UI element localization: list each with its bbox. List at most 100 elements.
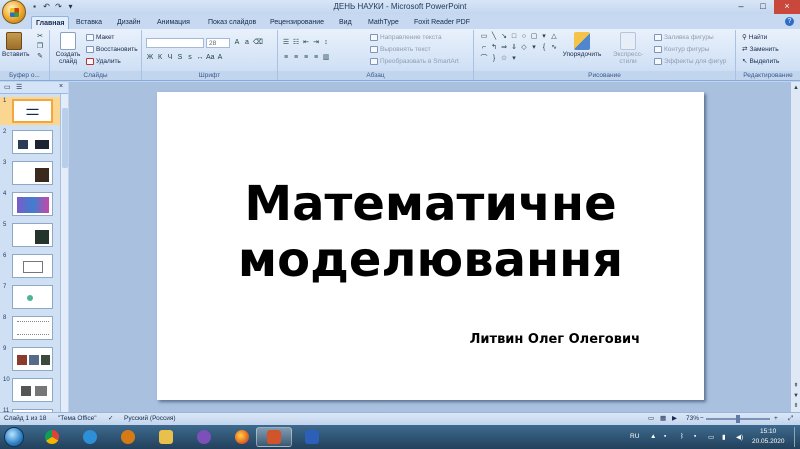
shape-triangle-icon[interactable]: △ xyxy=(550,33,558,41)
slide-thumbnail-8[interactable]: 8 xyxy=(0,314,60,342)
align-text-button[interactable]: Выровнять текст xyxy=(370,45,431,54)
copy-icon[interactable]: ❐ xyxy=(36,43,44,51)
volume-icon[interactable]: ◀) xyxy=(736,433,743,441)
slide-thumbnail-5[interactable]: 5 xyxy=(0,221,60,249)
slide-thumbnail-7[interactable]: 7 xyxy=(0,283,60,311)
reset-button[interactable]: Восстановить xyxy=(86,45,138,54)
align-left-icon[interactable]: ≡ xyxy=(282,54,290,62)
clock-date[interactable]: 20.05.2020 xyxy=(752,438,785,445)
language-indicator[interactable]: Русский (Россия) xyxy=(124,413,176,425)
help-icon[interactable]: ? xyxy=(785,17,794,26)
tray-misc-icon[interactable]: ▪ xyxy=(694,433,696,440)
slide-thumbnail-1[interactable]: 1 ▬▬▬ ▬▬▬ xyxy=(0,97,60,125)
slide-thumbnail-6[interactable]: 6 xyxy=(0,252,60,280)
shadow-icon[interactable]: s xyxy=(186,54,194,62)
slide-subtitle[interactable]: Литвин Олег Олегович xyxy=(470,332,640,347)
scroll-down-icon[interactable]: ▼ xyxy=(792,392,800,400)
zoom-slider-knob[interactable] xyxy=(736,415,740,423)
shape-curve2-icon[interactable]: ⌒ xyxy=(480,55,488,63)
prev-slide-icon[interactable]: ⇞ xyxy=(792,382,800,390)
tab-foxit[interactable]: Foxit Reader PDF xyxy=(414,16,470,29)
editor-scrollbar[interactable]: ▲ ⇞ ▼ ⇟ xyxy=(790,82,800,412)
clear-format-icon[interactable]: ⌫ xyxy=(253,39,263,47)
spacing-icon[interactable]: ↔ xyxy=(196,54,204,62)
slide-thumbnail-2[interactable]: 2 xyxy=(0,128,60,156)
cut-icon[interactable]: ✂ xyxy=(36,33,44,41)
tab-mathtype[interactable]: MathType xyxy=(368,16,399,29)
shape-star-icon[interactable]: ☆ xyxy=(500,55,508,63)
taskbar-chrome[interactable] xyxy=(34,427,70,447)
office-button[interactable] xyxy=(2,0,26,24)
case-icon[interactable]: Aa xyxy=(206,54,215,62)
shape-curve-icon[interactable]: ∿ xyxy=(550,44,558,52)
underline-icon[interactable]: Ч xyxy=(166,54,174,62)
slide-title[interactable]: Математичне моделювання xyxy=(157,176,704,288)
justify-icon[interactable]: ≡ xyxy=(312,54,320,62)
shrink-font-icon[interactable]: a xyxy=(243,39,251,47)
quick-styles-button[interactable]: Экспресс-стили xyxy=(606,32,650,65)
slide-thumbnail-3[interactable]: 3 xyxy=(0,159,60,187)
grow-font-icon[interactable]: A xyxy=(233,39,241,47)
shape-more2-icon[interactable]: ▾ xyxy=(530,44,538,52)
tab-home[interactable]: Главная xyxy=(31,16,70,29)
tab-slideshow[interactable]: Показ слайдов xyxy=(208,16,256,29)
shapes-gallery[interactable]: ▭ ╲ ↘ □ ○ ▢ ▾ △ ⌐ ↰ ⇒ ⇓ ◇ ▾ {∿ ⌒} ☆ ▾ xyxy=(480,33,558,63)
taskbar-word[interactable] xyxy=(294,427,330,447)
font-name-combo[interactable] xyxy=(146,38,204,48)
slide-thumbnail-4[interactable]: 4 xyxy=(0,190,60,218)
shape-box-icon[interactable]: □ xyxy=(510,33,518,41)
spellcheck-icon[interactable]: ✓ xyxy=(108,413,113,425)
taskbar-media[interactable] xyxy=(110,427,146,447)
start-button[interactable] xyxy=(4,427,24,447)
font-size-combo[interactable]: 28 xyxy=(206,38,230,48)
panel-scrollbar[interactable] xyxy=(60,94,68,412)
tray-expand-icon[interactable]: ▲ xyxy=(650,433,656,440)
shape-outline-button[interactable]: Контур фигуры xyxy=(654,45,709,54)
taskbar-powerpoint[interactable] xyxy=(256,427,292,447)
close-button[interactable]: × xyxy=(774,0,800,14)
shape-rarrow-icon[interactable]: ⇒ xyxy=(500,44,508,52)
shape-rect-icon[interactable]: ▭ xyxy=(480,33,488,41)
close-panel-icon[interactable]: × xyxy=(59,83,63,90)
fit-window-icon[interactable]: ⤢ xyxy=(788,413,793,425)
line-spacing-icon[interactable]: ↕ xyxy=(322,39,330,47)
tab-view[interactable]: Вид xyxy=(339,16,352,29)
tab-review[interactable]: Рецензирование xyxy=(270,16,324,29)
tab-animation[interactable]: Анимация xyxy=(157,16,190,29)
shape-flow-icon[interactable]: ◇ xyxy=(520,44,528,52)
shape-connector-icon[interactable]: ⌐ xyxy=(480,44,488,52)
slide-thumbnail-9[interactable]: 9 xyxy=(0,345,60,373)
maximize-button[interactable]: □ xyxy=(752,0,774,14)
find-button[interactable]: ⚲ Найти xyxy=(742,33,767,42)
tab-insert[interactable]: Вставка xyxy=(76,16,102,29)
shape-brace2-icon[interactable]: } xyxy=(490,55,498,63)
numbering-icon[interactable]: ☷ xyxy=(292,39,300,47)
paste-button[interactable]: Вставить xyxy=(2,32,30,58)
shape-more3-icon[interactable]: ▾ xyxy=(510,55,518,63)
decrease-indent-icon[interactable]: ⇤ xyxy=(302,39,310,47)
shape-brace-icon[interactable]: { xyxy=(540,44,548,52)
columns-icon[interactable]: ▥ xyxy=(322,54,330,62)
new-slide-button[interactable]: Создать слайд xyxy=(53,32,83,65)
shape-line-icon[interactable]: ╲ xyxy=(490,33,498,41)
replace-button[interactable]: ⇄ Заменить xyxy=(742,45,779,54)
italic-icon[interactable]: К xyxy=(156,54,164,62)
smartart-button[interactable]: Преобразовать в SmartArt xyxy=(370,57,459,66)
outline-tab-icon[interactable]: ☰ xyxy=(16,83,22,91)
panel-scroll-thumb[interactable] xyxy=(62,108,68,168)
slide-thumbnail-10[interactable]: 10 xyxy=(0,376,60,404)
taskbar-explorer[interactable] xyxy=(148,427,184,447)
tray-app-icon[interactable]: ▪ xyxy=(664,433,666,440)
zoom-in-icon[interactable]: + xyxy=(774,413,778,425)
align-right-icon[interactable]: ≡ xyxy=(302,54,310,62)
shape-elbow-icon[interactable]: ↰ xyxy=(490,44,498,52)
battery-icon[interactable]: ▭ xyxy=(708,433,714,441)
view-slideshow-icon[interactable]: ▶ xyxy=(672,413,677,425)
strikethrough-icon[interactable]: S xyxy=(176,54,184,62)
network-icon[interactable]: ▮ xyxy=(722,433,726,441)
shape-fill-button[interactable]: Заливка фигуры xyxy=(654,33,714,42)
shape-darrow-icon[interactable]: ⇓ xyxy=(510,44,518,52)
shape-effects-button[interactable]: Эффекты для фигур xyxy=(654,57,726,66)
bullets-icon[interactable]: ☰ xyxy=(282,39,290,47)
next-slide-icon[interactable]: ⇟ xyxy=(792,402,800,410)
